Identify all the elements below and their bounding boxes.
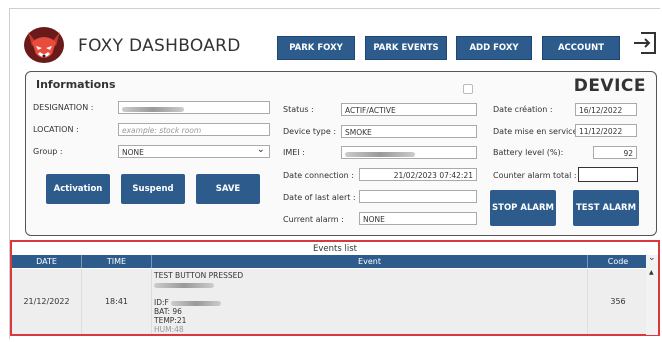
event-redacted-line: [154, 280, 587, 289]
device-heading: DEVICE: [573, 76, 646, 96]
event-id: ID:F: [154, 298, 169, 307]
info-panel-title: Informations: [36, 78, 116, 91]
event-spacer: [154, 289, 587, 298]
counter-field[interactable]: [578, 167, 638, 182]
redacted-value: [345, 151, 415, 157]
dashboard-title: FOXY DASHBOARD: [78, 36, 241, 56]
designation-label: DESIGNATION :: [33, 103, 94, 112]
date-last-alert-label: Date of last alert :: [283, 193, 356, 202]
device-info-panel: Informations DEVICE DESIGNATION : LOCATI…: [25, 71, 657, 236]
nav-park-foxy-button[interactable]: PARK FOXY: [277, 36, 355, 60]
designation-field[interactable]: [118, 101, 270, 114]
redacted-value: [171, 300, 222, 306]
event-bat: BAT: 96: [154, 307, 182, 316]
fox-logo-icon: [24, 27, 64, 63]
battery-label: Battery level (%):: [493, 148, 564, 157]
table-row[interactable]: 21/12/2022 18:41 TEST BUTTON PRESSED ID:…: [12, 269, 648, 334]
column-header-code[interactable]: Code: [588, 255, 648, 268]
date-creation-field[interactable]: 16/12/2022: [575, 103, 637, 116]
event-title: TEST BUTTON PRESSED: [154, 271, 244, 280]
redacted-value: [154, 282, 214, 288]
chevron-down-icon[interactable]: ⌄: [648, 253, 656, 263]
nav-account-button[interactable]: ACCOUNT: [542, 36, 620, 60]
redacted-value: [122, 106, 184, 112]
imei-field[interactable]: [341, 146, 477, 159]
nav-park-events-button[interactable]: PARK EVENTS: [365, 36, 447, 60]
device-type-label: Device type :: [283, 127, 337, 136]
event-id-line: ID:F: [154, 298, 587, 307]
date-creation-label: Date création :: [493, 105, 553, 114]
column-header-time[interactable]: TIME: [82, 255, 152, 268]
event-temp: TEMP:21: [154, 316, 187, 325]
counter-label: Counter alarm total :: [493, 171, 577, 180]
status-label: Status :: [283, 105, 314, 114]
row-event: TEST BUTTON PRESSED ID:F BAT: 96 TEMP:21…: [152, 269, 588, 334]
date-last-alert-field[interactable]: [359, 190, 477, 203]
group-select[interactable]: NONE: [118, 145, 270, 158]
nav-add-foxy-button[interactable]: ADD FOXY: [456, 36, 532, 60]
location-label: LOCATION :: [33, 125, 79, 134]
imei-label: IMEI :: [283, 148, 305, 157]
stop-alarm-button[interactable]: STOP ALARM: [490, 190, 556, 226]
column-header-date[interactable]: DATE: [12, 255, 82, 268]
logout-icon[interactable]: [631, 30, 659, 56]
date-service-label: Date mise en service :: [493, 127, 583, 136]
events-list-panel: Events list DATE TIME Event Code 21/12/2…: [10, 240, 660, 336]
battery-field[interactable]: 92: [593, 146, 637, 159]
current-alarm-field[interactable]: NONE: [359, 212, 477, 225]
group-label: Group :: [33, 147, 63, 156]
row-date: 21/12/2022: [12, 269, 82, 334]
save-button[interactable]: SAVE: [196, 174, 260, 204]
date-service-field[interactable]: 11/12/2022: [575, 124, 637, 137]
activation-button[interactable]: Activation: [46, 174, 110, 204]
scroll-up-arrow-icon[interactable]: ▲: [649, 269, 654, 276]
column-header-event[interactable]: Event: [152, 255, 588, 268]
row-time: 18:41: [82, 269, 152, 334]
date-connection-field[interactable]: 21/02/2023 07:42:21: [359, 168, 477, 181]
current-alarm-label: Current alarm :: [283, 215, 344, 224]
status-field[interactable]: ACTIF/ACTIVE: [341, 103, 477, 116]
device-type-field[interactable]: SMOKE: [341, 125, 477, 138]
event-hum: HUM:48: [154, 325, 184, 334]
events-scrollbar[interactable]: ⌄ ▲: [646, 253, 658, 335]
events-list-title: Events list: [313, 244, 357, 254]
date-connection-label: Date connection :: [283, 171, 354, 180]
events-table-header: DATE TIME Event Code: [12, 255, 648, 268]
location-input[interactable]: example: stock room: [118, 123, 270, 136]
device-checkbox[interactable]: [463, 84, 473, 94]
suspend-button[interactable]: Suspend: [121, 174, 185, 204]
test-alarm-button[interactable]: TEST ALARM: [573, 190, 639, 226]
row-code: 356: [610, 297, 626, 306]
